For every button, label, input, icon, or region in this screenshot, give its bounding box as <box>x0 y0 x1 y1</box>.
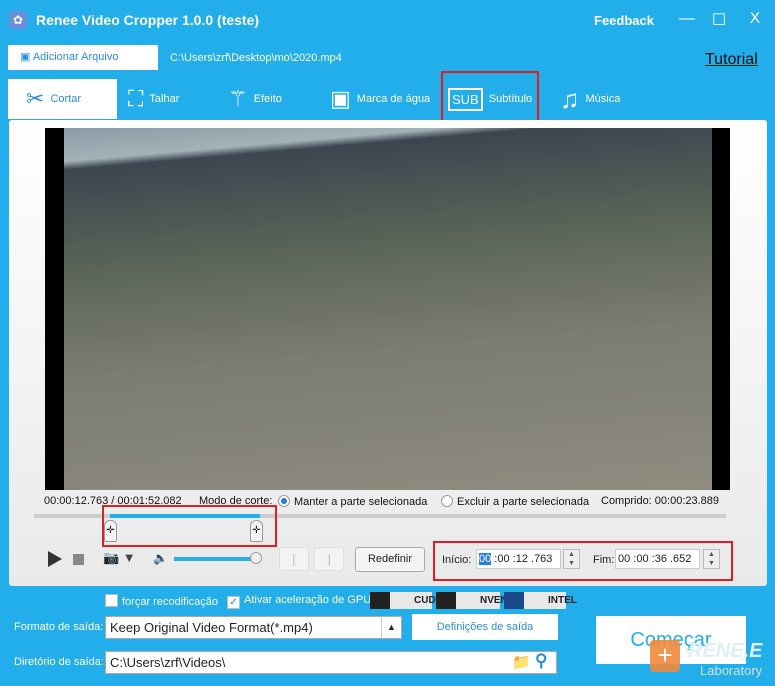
add-file-button[interactable]: ▣ Adicionar Arquivo <box>8 45 158 70</box>
chevron-up-icon[interactable]: ▲ <box>381 617 401 638</box>
intel-badge: INTEL <box>504 592 577 609</box>
output-dir-input[interactable]: C:\Users\zrf\Videos\ <box>105 651 557 674</box>
snapshot-button[interactable]: 📷 ▼ <box>103 550 136 566</box>
radio-label: Excluir a parte selecionada <box>457 496 590 508</box>
search-icon[interactable]: ⚲ <box>535 651 547 671</box>
volume-knob[interactable] <box>250 552 262 564</box>
play-button[interactable] <box>48 551 62 567</box>
gpu-accel-checkbox[interactable]: ✓ Ativar aceleração de GPU <box>227 594 371 609</box>
music-icon: ♫ <box>560 83 580 114</box>
nvenc-badge: NVENC <box>436 592 515 609</box>
tab-marca-de-agua[interactable]: ▣ Marca de água <box>330 79 430 119</box>
maximize-button[interactable]: ☐ <box>709 10 729 30</box>
video-frame <box>64 128 712 490</box>
mode-keep-radio[interactable]: Manter a parte selecionada <box>278 495 427 508</box>
highlight-box <box>441 71 539 122</box>
watermark-sub: Laboratory <box>700 663 763 678</box>
add-file-icon: ▣ <box>20 51 33 63</box>
format-label: Formato de saída: <box>14 621 104 633</box>
magic-wand-icon: ⚚ <box>228 86 248 111</box>
reset-button[interactable]: Redefinir <box>355 547 425 572</box>
file-path: C:\Users\zrf\Desktop\mo\2020.mp4 <box>170 52 342 64</box>
checkbox[interactable] <box>105 594 118 607</box>
folder-icon[interactable]: 📁 <box>512 653 531 671</box>
tab-musica[interactable]: ♫ Música <box>560 79 620 119</box>
window-title: Renee Video Cropper 1.0.0 (teste) <box>36 12 260 28</box>
tab-efeito[interactable]: ⚚ Efeito <box>228 79 282 119</box>
tab-label: Cortar <box>50 93 81 105</box>
cuda-badge: CUDA <box>370 592 443 609</box>
checkbox-checked[interactable]: ✓ <box>227 596 240 609</box>
watermark-logo-icon: + <box>650 640 680 672</box>
mark-end-button[interactable]: ] <box>314 547 344 571</box>
tutorial-link[interactable]: Tutorial <box>705 51 758 69</box>
highlight-box <box>102 505 277 547</box>
tab-label: Marca de água <box>356 93 431 105</box>
checkbox-label: forçar recodificação <box>122 596 218 608</box>
tab-talhar[interactable]: ⛶ Talhar <box>128 79 179 119</box>
tab-cortar[interactable]: ✂ Cortar <box>8 79 117 119</box>
mark-start-button[interactable]: [ <box>279 547 309 571</box>
volume-icon[interactable]: 🔈 <box>153 551 168 565</box>
crop-icon: ⛶ <box>128 86 144 111</box>
tab-label: Talhar <box>149 93 180 105</box>
checkbox-label: Ativar aceleração de GPU <box>244 594 372 606</box>
force-reencode-checkbox[interactable]: forçar recodificação <box>105 594 218 608</box>
highlight-box <box>433 541 733 581</box>
length-readout: Comprido: 00:00:23.889 <box>601 495 720 507</box>
tab-label: Efeito <box>253 93 282 105</box>
mode-exclude-radio[interactable]: Excluir a parte selecionada <box>441 495 589 508</box>
dir-label: Diretório de saída: <box>14 656 104 668</box>
feedback-link[interactable]: Feedback <box>594 13 654 28</box>
app-logo-icon: ✿ <box>9 11 27 29</box>
watermark-icon: ▣ <box>330 86 351 111</box>
radio-label: Manter a parte selecionada <box>294 496 428 508</box>
minimize-button[interactable]: — <box>677 10 697 28</box>
add-file-label: Adicionar Arquivo <box>32 51 119 63</box>
watermark-brand: RENE.E <box>688 640 763 662</box>
format-select[interactable]: Keep Original Video Format(*.mp4) <box>105 616 402 639</box>
scissors-icon: ✂ <box>26 86 45 111</box>
close-button[interactable]: X <box>745 10 765 28</box>
radio-unchecked[interactable] <box>441 495 453 507</box>
camera-icon: 📷 <box>103 550 120 565</box>
output-settings-button[interactable]: Definições de saída <box>412 614 558 640</box>
volume-slider[interactable] <box>174 557 258 561</box>
radio-checked[interactable] <box>278 495 290 507</box>
tab-label: Música <box>585 93 621 105</box>
stop-button[interactable] <box>73 554 84 565</box>
